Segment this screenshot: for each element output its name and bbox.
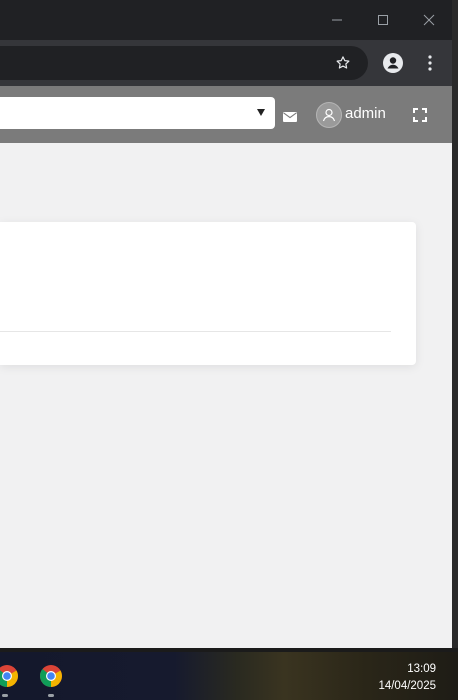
content-card — [0, 222, 416, 365]
minimize-icon — [332, 19, 342, 21]
system-clock[interactable]: 13:09 14/04/2025 — [378, 661, 436, 695]
fullscreen-icon — [413, 108, 427, 122]
user-avatar[interactable] — [316, 102, 342, 128]
fullscreen-button[interactable] — [413, 107, 427, 126]
bookmark-star-icon — [336, 56, 350, 69]
user-name[interactable]: admin — [345, 105, 386, 122]
title-bar — [0, 0, 452, 40]
mail-button[interactable] — [283, 107, 297, 126]
window-edge — [452, 0, 458, 648]
taskbar-running-indicator — [48, 694, 54, 697]
kebab-menu-icon — [428, 55, 432, 71]
card-divider — [0, 331, 391, 332]
maximize-button[interactable] — [371, 8, 395, 32]
page-viewport: admin — [0, 86, 452, 648]
clock-time: 13:09 — [407, 663, 436, 675]
maximize-icon — [378, 15, 388, 25]
clock-date: 14/04/2025 — [378, 680, 436, 692]
browser-menu-button[interactable] — [420, 52, 440, 74]
browser-toolbar — [0, 40, 452, 86]
taskbar: 13:09 14/04/2025 — [0, 652, 458, 700]
bookmark-button[interactable] — [332, 52, 354, 74]
close-icon — [423, 14, 435, 26]
dropdown-arrow-icon — [257, 109, 265, 116]
taskbar-app-chrome-1[interactable] — [0, 664, 19, 688]
profile-button[interactable] — [381, 51, 405, 75]
minimize-button[interactable] — [325, 8, 349, 32]
browser-window: admin — [0, 0, 452, 648]
taskbar-app-chrome-2[interactable] — [39, 664, 63, 688]
user-avatar-icon — [322, 108, 336, 122]
app-header: admin — [0, 86, 452, 143]
mail-icon — [283, 112, 297, 122]
context-select[interactable] — [0, 97, 275, 129]
close-button[interactable] — [417, 8, 441, 32]
profile-icon — [383, 53, 403, 73]
address-bar[interactable] — [0, 46, 368, 80]
chrome-icon — [39, 665, 62, 687]
chrome-icon — [0, 665, 18, 687]
taskbar-running-indicator — [2, 694, 8, 697]
